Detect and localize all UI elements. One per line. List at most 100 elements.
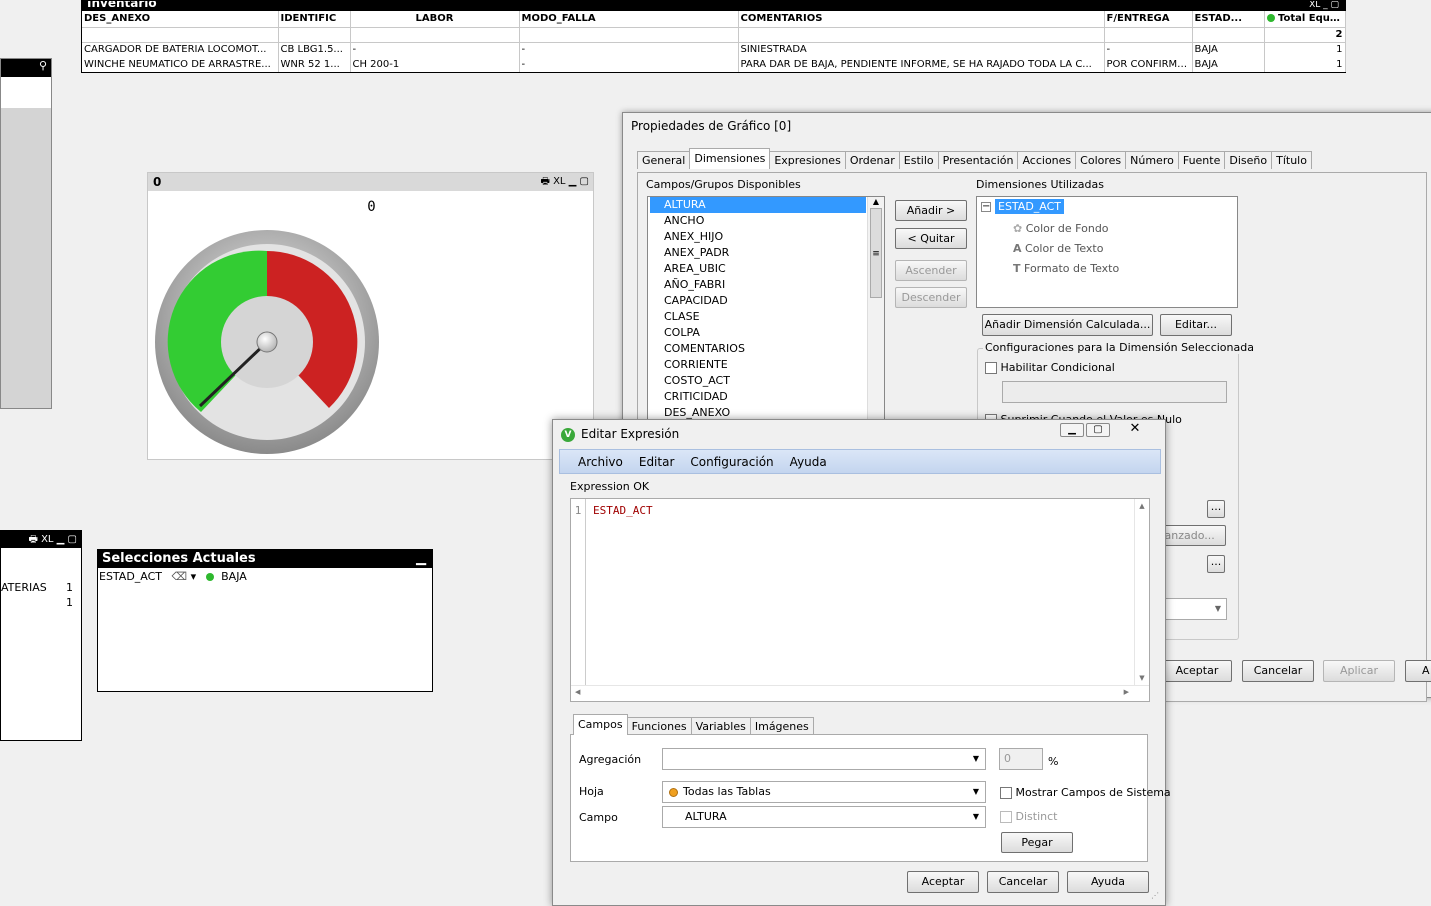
resize-grip-icon[interactable]: ⋰ [1151, 891, 1159, 900]
move-up-button[interactable]: Ascender [895, 260, 967, 281]
props-cancel-button[interactable]: Cancelar [1242, 660, 1314, 682]
tab-fuente[interactable]: Fuente [1177, 151, 1226, 169]
used-dimension-item[interactable]: ESTAD_ACT [995, 199, 1065, 214]
conditional-checkbox[interactable]: Habilitar Condicional [985, 361, 1115, 374]
tab-diseno[interactable]: Diseño [1224, 151, 1273, 169]
tab-dimensiones[interactable]: Dimensiones [689, 148, 771, 169]
list-item[interactable]: ANEX_HIJO [648, 229, 884, 245]
tab-variables[interactable]: Variables [690, 717, 751, 735]
condition-input[interactable] [1002, 381, 1227, 403]
tree-child-fondo[interactable]: ✿ Color de Fondo [1013, 222, 1109, 235]
minimize-button[interactable]: ▁ [1060, 423, 1084, 437]
tab-colores[interactable]: Colores [1075, 151, 1127, 169]
minimize-icon[interactable]: ▁ [416, 550, 426, 568]
col-estad[interactable]: ESTAD... [1192, 11, 1265, 28]
checkbox-icon[interactable] [1000, 811, 1012, 823]
expr-cancel-button[interactable]: Cancelar [987, 871, 1059, 893]
field-select[interactable]: ALTURA ▼ [662, 806, 986, 828]
maximize-button[interactable]: ▢ [1086, 423, 1110, 437]
tree-child-texto[interactable]: A Color de Texto [1013, 242, 1103, 255]
remove-button[interactable]: < Quitar [895, 228, 967, 249]
tab-general[interactable]: General [637, 151, 691, 169]
list-item[interactable]: AÑO_FABRI [648, 277, 884, 293]
checkbox-icon[interactable] [985, 362, 997, 374]
tab-numero[interactable]: Número [1125, 151, 1179, 169]
tab-imagenes[interactable]: Imágenes [749, 717, 814, 735]
used-dimensions-tree[interactable]: − ESTAD_ACT ✿ Color de Fondo A Color de … [976, 196, 1238, 308]
menu-ayuda[interactable]: Ayuda [790, 455, 827, 469]
col-labor[interactable]: LABOR [350, 11, 520, 28]
list-item[interactable]: CAPACIDAD [648, 293, 884, 309]
checkbox-icon[interactable] [1000, 787, 1012, 799]
distinct-checkbox[interactable]: Distinct [1000, 810, 1057, 823]
table-row[interactable]: CARGADOR DE BATERIA LOCOMOT... CB LBG1.5… [82, 42, 1346, 57]
expression-editor[interactable]: 1 ESTAD_ACT ▲ ▼ ◀ ▶ [570, 498, 1150, 702]
add-calculated-dimension-button[interactable]: Añadir Dimensión Calculada... [982, 314, 1153, 336]
col-comentarios[interactable]: COMENTARIOS [738, 11, 1105, 28]
props-help-button[interactable]: A [1405, 660, 1431, 682]
tab-estilo[interactable]: Estilo [898, 151, 939, 169]
collapse-icon[interactable]: − [981, 202, 991, 212]
edit-button[interactable]: Editar... [1160, 314, 1232, 336]
add-button[interactable]: Añadir > [895, 200, 967, 221]
percent-input[interactable]: 0 [999, 748, 1043, 770]
scroll-thumb[interactable]: ≡ [870, 208, 882, 298]
system-fields-checkbox[interactable]: Mostrar Campos de Sistema [1000, 786, 1171, 799]
list-item[interactable]: COLPA [648, 325, 884, 341]
menu-archivo[interactable]: Archivo [578, 455, 623, 469]
list-item[interactable]: COSTO_ACT [648, 373, 884, 389]
scroll-down-icon[interactable]: ▼ [1135, 674, 1149, 682]
tab-expresiones[interactable]: Expresiones [769, 151, 846, 169]
scroll-right-icon[interactable]: ▶ [1124, 688, 1129, 696]
props-apply-button[interactable]: Aplicar [1323, 660, 1395, 682]
xl-icon[interactable]: XL [41, 534, 53, 545]
tab-funciones[interactable]: Funciones [626, 717, 692, 735]
list-item[interactable]: CORRIENTE [648, 357, 884, 373]
scroll-left-icon[interactable]: ◀ [575, 688, 580, 696]
list-item[interactable]: COMENTARIOS [648, 341, 884, 357]
menu-editar[interactable]: Editar [639, 455, 675, 469]
chevron-down-icon[interactable]: ▾ [191, 570, 197, 583]
close-button[interactable]: ✕ [1123, 422, 1147, 437]
vertical-scrollbar[interactable]: ▲ ▼ [1134, 499, 1149, 685]
tab-campos[interactable]: Campos [573, 714, 628, 735]
col-identific[interactable]: IDENTIFIC [278, 11, 351, 28]
left-listbox-2-header[interactable]: 🖶 XL ▁ ▢ [1, 531, 81, 548]
expression-code[interactable]: ESTAD_ACT [593, 504, 653, 517]
list-item[interactable]: ALTURA [650, 197, 866, 213]
selection-row[interactable]: ESTAD_ACT ⌫ ▾ BAJA [99, 570, 247, 583]
props-ok-button[interactable]: Aceptar [1162, 660, 1232, 682]
col-des-anexo[interactable]: DES_ANEXO [82, 11, 279, 28]
col-modo-falla[interactable]: MODO_FALLA [519, 11, 739, 28]
sheet-select[interactable]: Todas las Tablas ▼ [662, 781, 986, 803]
ellipsis-button-2[interactable]: ... [1207, 555, 1225, 573]
list-item[interactable]: AREA_UBIC [648, 261, 884, 277]
scroll-up-icon[interactable]: ▲ [1135, 502, 1149, 510]
list-item[interactable]: CLASE [648, 309, 884, 325]
expr-help-button[interactable]: Ayuda [1067, 871, 1149, 893]
tab-acciones[interactable]: Acciones [1017, 151, 1077, 169]
eraser-icon[interactable]: ⌫ [172, 570, 188, 583]
fields-scrollbar[interactable]: ▲ ≡ [867, 197, 884, 425]
menu-configuracion[interactable]: Configuración [690, 455, 773, 469]
list-item[interactable]: CRITICIDAD [648, 389, 884, 405]
scroll-up-icon[interactable]: ▲ [868, 197, 884, 206]
ellipsis-button[interactable]: ... [1207, 500, 1225, 518]
col-f-entrega[interactable]: F/ENTREGA [1104, 11, 1193, 28]
aggregation-select[interactable]: ▼ [662, 748, 986, 770]
paste-button[interactable]: Pegar [1001, 832, 1073, 853]
available-fields-list[interactable]: ALTURA ANCHO ANEX_HIJO ANEX_PADR AREA_UB… [647, 196, 885, 426]
move-down-button[interactable]: Descender [895, 287, 967, 308]
tree-child-formato[interactable]: T Formato de Texto [1013, 262, 1119, 275]
left-listbox-row[interactable] [1, 77, 51, 108]
gauge-caption-icons[interactable]: 🖶 XL ▁ ▢ [540, 173, 589, 191]
list-item[interactable]: ANEX_PADR [648, 245, 884, 261]
xl-icon[interactable]: XL [553, 176, 565, 187]
col-total-equipos[interactable]: Total Equipos [1264, 11, 1346, 28]
search-icon[interactable]: ⚲ [39, 59, 47, 72]
inventario-caption-icons[interactable]: XL _ ▢ [1309, 1, 1339, 10]
table-row[interactable]: WINCHE NEUMATICO DE ARRASTRE... WNR 52 1… [82, 57, 1346, 72]
tab-presentacion[interactable]: Presentación [937, 151, 1019, 169]
tab-titulo[interactable]: Título [1271, 151, 1312, 169]
expr-ok-button[interactable]: Aceptar [907, 871, 979, 893]
